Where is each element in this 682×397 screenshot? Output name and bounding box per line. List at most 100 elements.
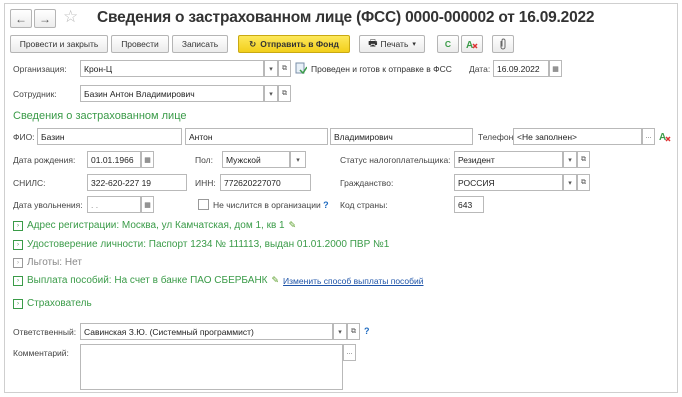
- date-input[interactable]: 16.09.2022: [493, 60, 549, 77]
- phone-select-button[interactable]: ...: [642, 128, 655, 145]
- forward-button[interactable]: →: [34, 9, 56, 28]
- dismissal-date-label: Дата увольнения:: [13, 200, 83, 210]
- benefits-group[interactable]: › Льготы: Нет: [13, 257, 82, 268]
- comment-label: Комментарий:: [13, 348, 69, 358]
- clear-posting-button[interactable]: A: [461, 35, 483, 53]
- not-listed-checkbox[interactable]: [198, 199, 209, 210]
- benefits-group-label: Льготы: Нет: [27, 257, 82, 268]
- expand-icon: ›: [13, 239, 23, 250]
- expand-icon: ›: [13, 257, 23, 268]
- responsible-open-button[interactable]: ⧉: [347, 323, 360, 340]
- employee-dropdown-button[interactable]: ▾: [264, 85, 278, 102]
- snils-input[interactable]: 322-620-227 19: [87, 174, 187, 191]
- chevron-down-icon: ▾: [412, 41, 416, 48]
- org-input[interactable]: Крон-Ц: [80, 60, 264, 77]
- send-to-fund-button[interactable]: ↻ Отправить в Фонд: [238, 35, 350, 53]
- clear-phone-icon[interactable]: A: [659, 130, 672, 143]
- open-icon: ⧉: [351, 327, 356, 335]
- phone-input[interactable]: <Не заполнен>: [513, 128, 642, 145]
- svg-text:A: A: [466, 40, 473, 50]
- print-button[interactable]: 🖶 Печать ▾: [359, 35, 425, 53]
- chevron-down-icon: ▾: [269, 65, 273, 73]
- refresh-button[interactable]: C: [437, 35, 459, 53]
- employee-open-button[interactable]: ⧉: [278, 85, 291, 102]
- help-question-icon[interactable]: ?: [364, 326, 370, 336]
- chevron-down-icon: ▾: [296, 156, 300, 164]
- tax-status-input[interactable]: Резидент: [454, 151, 563, 168]
- post-button[interactable]: Провести: [111, 35, 169, 53]
- comment-textarea[interactable]: [80, 344, 343, 390]
- citizenship-open-button[interactable]: ⧉: [577, 174, 590, 191]
- change-payment-method-link[interactable]: Изменить способ выплаты пособий: [283, 276, 423, 286]
- citizenship-dropdown-button[interactable]: ▾: [563, 174, 577, 191]
- middle-name-input[interactable]: Владимирович: [330, 128, 473, 145]
- inn-label: ИНН:: [195, 178, 216, 188]
- fio-label: ФИО:: [13, 132, 35, 142]
- country-code-label: Код страны:: [340, 200, 388, 210]
- org-open-button[interactable]: ⧉: [278, 60, 291, 77]
- post-and-close-button[interactable]: Провести и закрыть: [10, 35, 108, 53]
- insurer-group[interactable]: › Страхователь: [13, 298, 92, 309]
- tax-status-open-button[interactable]: ⧉: [577, 151, 590, 168]
- ellipsis-icon: ...: [645, 133, 652, 140]
- date-calendar-button[interactable]: ▦: [549, 60, 562, 77]
- attachments-button[interactable]: [492, 35, 514, 53]
- birth-date-input[interactable]: 01.01.1966: [87, 151, 141, 168]
- address-group[interactable]: › Адрес регистрации: Москва, ул Камчатск…: [13, 220, 296, 231]
- expand-icon: ›: [13, 275, 23, 286]
- comment-expand-button[interactable]: ...: [343, 344, 356, 361]
- dismissal-date-calendar-button[interactable]: ▦: [141, 196, 154, 213]
- favorite-star-icon[interactable]: ☆: [63, 7, 78, 27]
- identity-group-label: Удостоверение личности: Паспорт 1234 № 1…: [27, 239, 390, 250]
- chevron-down-icon: ▾: [568, 156, 572, 164]
- employee-input[interactable]: Базин Антон Владимирович: [80, 85, 264, 102]
- expand-icon: ›: [13, 220, 23, 231]
- gender-dropdown-button[interactable]: ▾: [290, 151, 306, 168]
- identity-group[interactable]: › Удостоверение личности: Паспорт 1234 №…: [13, 239, 389, 250]
- send-to-fund-label: Отправить в Фонд: [260, 39, 339, 49]
- birth-date-label: Дата рождения:: [13, 155, 76, 165]
- responsible-dropdown-button[interactable]: ▾: [333, 323, 347, 340]
- open-icon: ⧉: [581, 178, 586, 186]
- pencil-icon[interactable]: ✎: [289, 220, 297, 231]
- snils-label: СНИЛС:: [13, 178, 46, 188]
- birth-date-calendar-button[interactable]: ▦: [141, 151, 154, 168]
- responsible-input[interactable]: Савинская З.Ю. (Системный программист): [80, 323, 333, 340]
- arrow-left-icon: ←: [15, 11, 27, 26]
- responsible-label: Ответственный:: [13, 327, 77, 337]
- insurer-group-label: Страхователь: [27, 298, 92, 309]
- posted-status-icon: [295, 62, 307, 74]
- print-label: Печать: [380, 39, 409, 49]
- back-button[interactable]: ←: [10, 9, 32, 28]
- not-listed-text: Не числится в организации: [213, 200, 321, 210]
- address-group-label: Адрес регистрации: Москва, ул Камчатская…: [27, 220, 285, 231]
- citizenship-label: Гражданство:: [340, 178, 394, 188]
- page-title: Сведения о застрахованном лице (ФСС) 000…: [97, 9, 595, 26]
- calendar-icon: ▦: [144, 156, 151, 164]
- printer-icon: 🖶: [368, 37, 378, 49]
- payment-group[interactable]: › Выплата пособий: На счет в банке ПАО С…: [13, 275, 424, 286]
- paperclip-icon: [500, 38, 506, 50]
- not-listed-label: Не числится в организации ?: [213, 200, 329, 210]
- last-name-input[interactable]: Базин: [37, 128, 182, 145]
- inn-input[interactable]: 772620227070: [220, 174, 311, 191]
- first-name-input[interactable]: Антон: [185, 128, 328, 145]
- tax-status-dropdown-button[interactable]: ▾: [563, 151, 577, 168]
- open-icon: ⧉: [282, 89, 287, 97]
- country-code-input[interactable]: 643: [454, 196, 484, 213]
- employee-label: Сотрудник:: [13, 89, 57, 99]
- dismissal-date-input[interactable]: . .: [87, 196, 141, 213]
- org-label: Организация:: [13, 64, 67, 74]
- calendar-icon: ▦: [144, 201, 151, 209]
- insured-section-title: Сведения о застрахованном лице: [13, 110, 187, 122]
- clear-posting-icon: A: [466, 40, 478, 50]
- svg-text:A: A: [659, 132, 666, 143]
- help-question-icon[interactable]: ?: [323, 200, 329, 210]
- citizenship-input[interactable]: РОССИЯ: [454, 174, 563, 191]
- chevron-down-icon: ▾: [338, 328, 342, 336]
- save-button[interactable]: Записать: [172, 35, 228, 53]
- phone-label: Телефон:: [478, 132, 516, 142]
- org-dropdown-button[interactable]: ▾: [264, 60, 278, 77]
- gender-select[interactable]: Мужской: [222, 151, 290, 168]
- pencil-icon[interactable]: ✎: [272, 275, 280, 286]
